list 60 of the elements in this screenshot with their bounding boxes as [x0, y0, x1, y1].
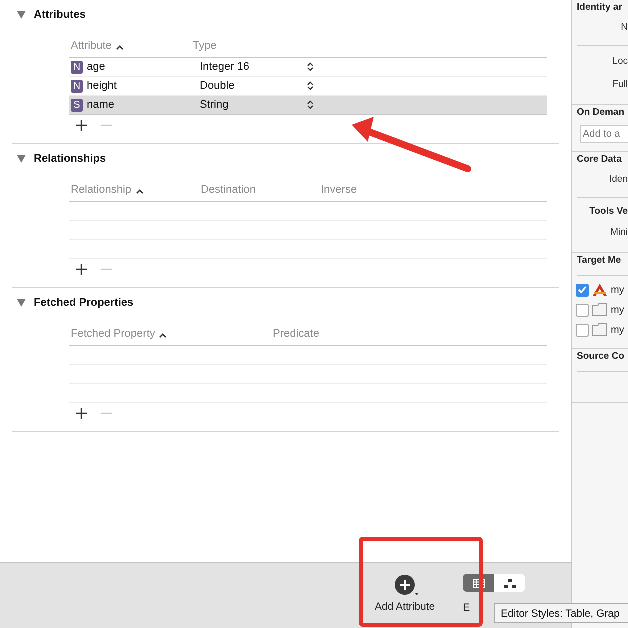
- type-value: String: [200, 99, 230, 111]
- type-badge: N: [71, 80, 83, 92]
- collapse-triangle-icon[interactable]: [17, 299, 26, 307]
- attribute-name: age: [87, 61, 106, 73]
- blocks-icon: [504, 578, 516, 588]
- type-value: Double: [200, 80, 236, 92]
- editor-style-label: E: [463, 602, 470, 614]
- tooltip: Editor Styles: Table, Grap: [494, 603, 628, 623]
- grid-icon: [472, 578, 485, 588]
- section-title: Relationships: [34, 153, 106, 165]
- column-header[interactable]: Inverse: [321, 184, 358, 196]
- inspector-section-title: Source Co: [576, 350, 626, 364]
- folder-icon: [592, 303, 608, 317]
- column-header[interactable]: Relationship: [71, 184, 132, 196]
- add-button[interactable]: [74, 262, 89, 277]
- field-label: Mini: [610, 226, 628, 240]
- type-value: Integer 16: [200, 61, 251, 73]
- section-title: Attributes: [34, 9, 86, 21]
- column-header[interactable]: Attribute: [71, 40, 112, 52]
- attribute-row[interactable]: S name String: [69, 96, 547, 115]
- add-attribute-button[interactable]: Add Attribute: [375, 563, 436, 613]
- stepper-icon: [307, 81, 314, 91]
- inspector-section-title: Identity ar: [576, 1, 624, 15]
- column-header[interactable]: Type: [193, 40, 217, 52]
- checkbox[interactable]: [576, 284, 589, 296]
- attribute-name: height: [87, 80, 117, 92]
- text-field[interactable]: Add to a: [580, 125, 628, 143]
- add-button[interactable]: [74, 406, 89, 421]
- type-badge: S: [71, 98, 83, 112]
- attribute-name: name: [87, 99, 115, 111]
- target-name: my: [611, 304, 624, 316]
- plus-icon: [76, 120, 87, 131]
- collapse-triangle-icon[interactable]: [17, 11, 26, 19]
- attribute-row[interactable]: N age Integer 16: [69, 58, 547, 77]
- add-button[interactable]: [74, 118, 89, 133]
- collapse-triangle-icon[interactable]: [17, 155, 26, 163]
- stepper-icon: [307, 100, 314, 110]
- inspector-section-title: Core Data: [576, 153, 623, 167]
- plus-icon: [76, 408, 87, 419]
- column-header[interactable]: Destination: [201, 184, 256, 196]
- column-header[interactable]: Fetched Property: [71, 328, 156, 340]
- add-circle-icon: [394, 574, 420, 598]
- target-name: my: [611, 324, 624, 336]
- subsection-title: Tools Ve: [588, 205, 628, 219]
- inspector-section-title: Target Me: [576, 254, 622, 268]
- field-label: Iden: [608, 173, 628, 187]
- plus-icon: [76, 264, 87, 275]
- checkbox[interactable]: [576, 304, 589, 316]
- type-badge: N: [71, 60, 83, 74]
- field-label: Full: [612, 78, 628, 92]
- field-label: N: [620, 21, 628, 35]
- folder-icon: [592, 323, 608, 337]
- stepper-icon: [307, 62, 314, 72]
- inspector-section-title: On Deman: [576, 106, 626, 120]
- pencil-app-icon: [592, 283, 608, 297]
- target-name: my: [611, 284, 624, 296]
- column-header[interactable]: Predicate: [273, 328, 320, 340]
- section-title: Fetched Properties: [34, 297, 134, 309]
- field-label: Loc: [612, 55, 628, 69]
- checkbox[interactable]: [576, 324, 589, 336]
